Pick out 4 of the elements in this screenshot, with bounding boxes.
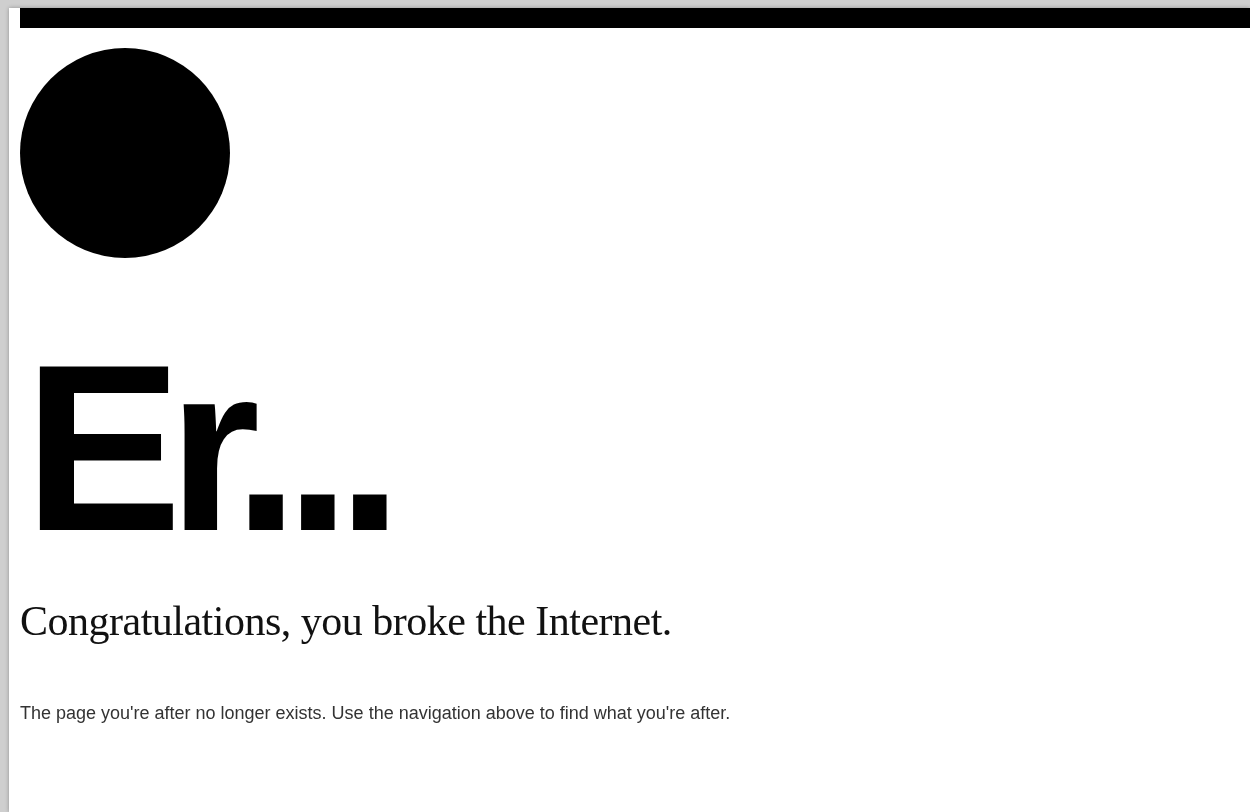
error-subheading: Congratulations, you broke the Internet.: [20, 597, 672, 646]
error-message: The page you're after no longer exists. Use the navigation above to find what you're after.: [20, 702, 732, 725]
logo-circle-icon: [20, 48, 230, 258]
error-heading: Er...: [24, 328, 389, 568]
